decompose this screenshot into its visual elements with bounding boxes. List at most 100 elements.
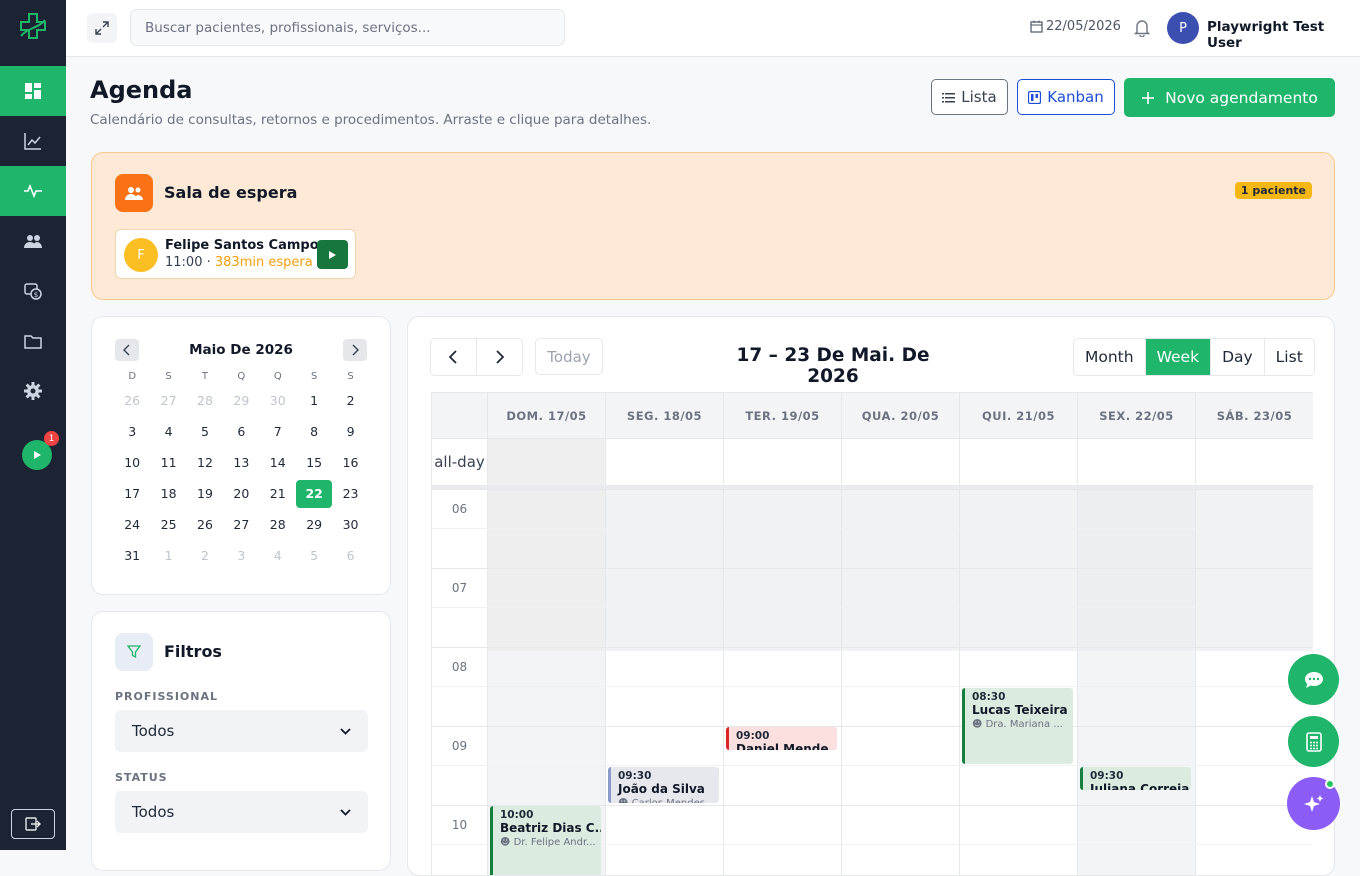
day-cell[interactable]: 24 — [114, 511, 150, 539]
sidebar-item-settings[interactable] — [0, 366, 66, 416]
day-cell[interactable]: 12 — [187, 449, 223, 477]
view-week-button[interactable]: Week — [1144, 339, 1211, 375]
day-cell[interactable]: 3 — [223, 542, 259, 570]
day-cell[interactable]: 27 — [150, 387, 186, 415]
appointment-event[interactable]: 09:30 João da Silva ☻ Carlos Mendes — [608, 766, 719, 803]
sidebar-item-patients[interactable] — [0, 216, 66, 266]
day-cell[interactable]: 6 — [223, 418, 259, 446]
day-cell[interactable]: 30 — [332, 511, 368, 539]
day-cell[interactable]: 29 — [223, 387, 259, 415]
day-cell[interactable]: 4 — [260, 542, 296, 570]
day-header[interactable]: QUI. 21/05 — [959, 393, 1077, 438]
day-cell[interactable]: 7 — [260, 418, 296, 446]
sidebar-item-finance[interactable]: $ — [0, 266, 66, 316]
day-header[interactable]: SEG. 18/05 — [605, 393, 723, 438]
status-select[interactable]: Todos — [115, 791, 368, 833]
day-cell[interactable]: 28 — [260, 511, 296, 539]
lista-button[interactable]: Lista — [931, 79, 1008, 115]
day-cell[interactable]: 16 — [332, 449, 368, 477]
mini-next-month-button[interactable] — [343, 339, 367, 361]
day-cell[interactable]: 23 — [332, 480, 368, 508]
day-cell[interactable]: 20 — [223, 480, 259, 508]
status-label: STATUS — [115, 771, 168, 784]
day-cell[interactable]: 5 — [296, 542, 332, 570]
today-button[interactable]: Today — [535, 338, 603, 375]
sidebar-item-agenda[interactable] — [0, 166, 66, 216]
day-header[interactable]: DOM. 17/05 — [487, 393, 605, 438]
day-column[interactable] — [605, 489, 723, 875]
day-cell[interactable]: 3 — [114, 418, 150, 446]
day-column[interactable] — [1077, 489, 1195, 875]
day-cell[interactable]: 19 — [187, 480, 223, 508]
avatar[interactable]: P — [1167, 12, 1199, 44]
day-cell[interactable]: 31 — [114, 542, 150, 570]
profissional-label: PROFISSIONAL — [115, 690, 219, 703]
kanban-button[interactable]: Kanban — [1017, 79, 1115, 115]
day-column[interactable] — [841, 489, 959, 875]
search-input[interactable] — [130, 9, 565, 46]
chat-button[interactable] — [1288, 654, 1339, 705]
start-consultation-button[interactable] — [317, 240, 348, 269]
view-list-button[interactable]: List — [1263, 339, 1314, 375]
day-cell[interactable]: 6 — [332, 542, 368, 570]
day-cell[interactable]: 25 — [150, 511, 186, 539]
day-column[interactable] — [959, 489, 1077, 875]
waiting-patient-card[interactable]: F Felipe Santos Campos 11:00 · 383min es… — [115, 229, 356, 279]
view-day-button[interactable]: Day — [1210, 339, 1264, 375]
day-cell[interactable]: 14 — [260, 449, 296, 477]
day-header[interactable]: QUA. 20/05 — [841, 393, 959, 438]
allday-cell[interactable] — [605, 438, 723, 485]
day-header[interactable]: TER. 19/05 — [723, 393, 841, 438]
profissional-select[interactable]: Todos — [115, 710, 368, 752]
logout-button[interactable] — [11, 809, 55, 839]
day-cell[interactable]: 1 — [150, 542, 186, 570]
appointment-event[interactable]: 10:00 Beatriz Dias C... ☻ Dr. Felipe Andr.… — [490, 806, 601, 875]
expand-button[interactable] — [87, 13, 117, 43]
day-cell[interactable]: 26 — [114, 387, 150, 415]
sidebar-item-dashboard[interactable] — [0, 66, 66, 116]
day-cell[interactable]: 8 — [296, 418, 332, 446]
day-cell[interactable]: 2 — [187, 542, 223, 570]
appointment-event[interactable]: 09:30 Juliana Correia — [1080, 766, 1191, 790]
allday-cell[interactable] — [1077, 438, 1195, 485]
day-cell[interactable]: 21 — [260, 480, 296, 508]
day-cell[interactable]: 17 — [114, 480, 150, 508]
day-header[interactable]: SÁB. 23/05 — [1195, 393, 1313, 438]
day-column[interactable] — [723, 489, 841, 875]
day-cell-selected[interactable]: 22 — [295, 479, 333, 508]
day-cell[interactable]: 11 — [150, 449, 186, 477]
day-header[interactable]: SEX. 22/05 — [1077, 393, 1195, 438]
allday-cell[interactable] — [959, 438, 1077, 485]
day-cell[interactable]: 9 — [332, 418, 368, 446]
play-icon — [329, 250, 336, 259]
day-cell[interactable]: 5 — [187, 418, 223, 446]
day-cell[interactable]: 1 — [296, 387, 332, 415]
day-cell[interactable]: 13 — [223, 449, 259, 477]
allday-cell[interactable] — [487, 438, 605, 485]
day-cell[interactable]: 4 — [150, 418, 186, 446]
calendar-next-button[interactable] — [476, 339, 522, 375]
allday-cell[interactable] — [723, 438, 841, 485]
sidebar-item-reports[interactable] — [0, 116, 66, 166]
appointment-event[interactable]: 09:00 Daniel Mende... — [726, 727, 837, 751]
day-cell[interactable]: 18 — [150, 480, 186, 508]
view-month-button[interactable]: Month — [1074, 339, 1145, 375]
novo-agendamento-button[interactable]: Novo agendamento — [1124, 78, 1335, 117]
allday-cell[interactable] — [841, 438, 959, 485]
folder-icon — [24, 335, 42, 349]
appointment-event[interactable]: 08:30Lucas Teixeira ...☻ Dra. Mariana ..… — [962, 687, 1073, 764]
calendar-prev-button[interactable] — [431, 339, 476, 375]
day-cell[interactable]: 26 — [187, 511, 223, 539]
day-cell[interactable]: 28 — [187, 387, 223, 415]
bell-icon[interactable] — [1132, 17, 1152, 37]
allday-cell[interactable] — [1195, 438, 1313, 485]
day-cell[interactable]: 30 — [260, 387, 296, 415]
day-cell[interactable]: 15 — [296, 449, 332, 477]
sidebar-item-files[interactable] — [0, 316, 66, 366]
day-cell[interactable]: 27 — [223, 511, 259, 539]
day-cell[interactable]: 29 — [296, 511, 332, 539]
calculator-button[interactable] — [1288, 716, 1339, 767]
day-cell[interactable]: 2 — [332, 387, 368, 415]
user-name[interactable]: Playwright Test User — [1207, 19, 1360, 51]
day-cell[interactable]: 10 — [114, 449, 150, 477]
